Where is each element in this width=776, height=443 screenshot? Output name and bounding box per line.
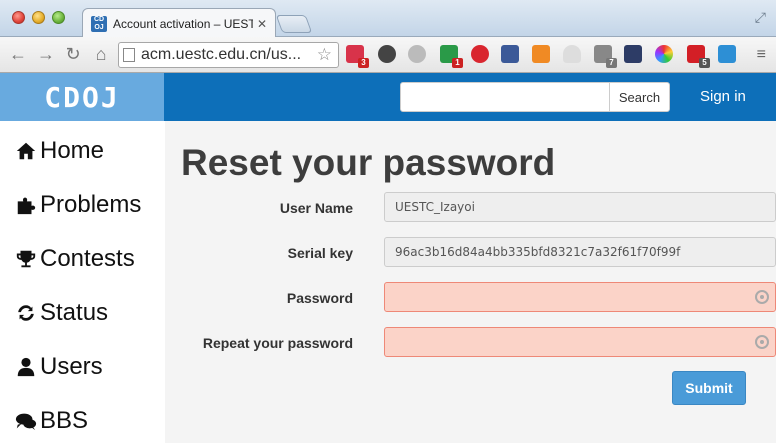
extension-icon-2[interactable] bbox=[378, 45, 396, 63]
speedometer-icon[interactable] bbox=[624, 45, 642, 63]
site-favicon-icon: CD OJ bbox=[91, 15, 107, 32]
extension-icon-9[interactable]: 7 bbox=[594, 45, 617, 68]
search-button[interactable]: Search bbox=[609, 82, 670, 112]
url-text[interactable]: acm.uestc.edu.cn/us... bbox=[141, 46, 317, 64]
repeat-password-label: Repeat your password bbox=[202, 335, 353, 351]
sidebar-item-users[interactable]: Users bbox=[14, 351, 103, 383]
sidebar-item-label: Status bbox=[40, 299, 109, 326]
forward-arrow-icon[interactable]: → bbox=[36, 44, 56, 65]
page-icon bbox=[123, 48, 135, 62]
sidebar-item-contests[interactable]: Contests bbox=[14, 243, 135, 275]
sidebar-item-bbs[interactable]: BBS bbox=[14, 405, 88, 437]
page-title: Reset your password bbox=[181, 142, 556, 183]
comments-icon bbox=[14, 409, 38, 433]
sign-in-link[interactable]: Sign in bbox=[700, 88, 746, 105]
sidebar: Home Problems Contests Status Users BBS bbox=[0, 121, 165, 443]
html5-extension-icon[interactable]: 1 bbox=[440, 45, 463, 68]
menu-icon[interactable]: ≡ bbox=[757, 46, 766, 64]
extension-badge: 5 bbox=[699, 58, 710, 68]
sidebar-item-status[interactable]: Status bbox=[14, 297, 108, 329]
browser-tab-strip: CD OJ Account activation – UESTC ✕ ⤢ bbox=[0, 0, 776, 38]
password-field[interactable] bbox=[384, 282, 776, 312]
bell-icon[interactable] bbox=[563, 45, 581, 63]
username-label: User Name bbox=[279, 200, 353, 216]
zoom-window-button[interactable] bbox=[52, 11, 65, 24]
submit-button[interactable]: Submit bbox=[672, 371, 746, 405]
extension-icon-13[interactable] bbox=[718, 45, 736, 63]
sidebar-item-label: Home bbox=[40, 137, 105, 164]
password-key-icon[interactable] bbox=[755, 290, 769, 304]
sidebar-item-label: BBS bbox=[40, 407, 89, 434]
sidebar-item-home[interactable]: Home bbox=[14, 135, 104, 167]
fullscreen-icon[interactable]: ⤢ bbox=[755, 9, 766, 26]
back-arrow-icon[interactable]: ← bbox=[8, 44, 28, 65]
extension-badge: 1 bbox=[452, 58, 463, 68]
extension-badge: 7 bbox=[606, 58, 617, 68]
tab-title: Account activation – UESTC bbox=[113, 16, 253, 31]
address-bar[interactable]: acm.uestc.edu.cn/us... ☆ bbox=[118, 42, 339, 68]
color-wheel-icon[interactable] bbox=[655, 45, 673, 63]
user-icon bbox=[14, 355, 38, 379]
home-button-icon[interactable]: ⌂ bbox=[91, 44, 111, 65]
sidebar-item-problems[interactable]: Problems bbox=[14, 189, 141, 221]
refresh-icon bbox=[14, 301, 38, 325]
extension-icon-3[interactable] bbox=[408, 45, 426, 63]
serial-key-field: 96ac3b16d84a4bb335bfd8321c7a32f61f70f99f bbox=[384, 237, 776, 267]
browser-toolbar: ← → ↻ ⌂ acm.uestc.edu.cn/us... ☆ 3 1 7 5… bbox=[0, 37, 776, 73]
serial-key-label: Serial key bbox=[287, 245, 353, 261]
tab-close-icon[interactable]: ✕ bbox=[257, 17, 267, 31]
sidebar-item-label: Problems bbox=[40, 191, 142, 218]
main-content: Reset your password User Name UESTC_Izay… bbox=[165, 121, 776, 443]
adblock-icon[interactable] bbox=[471, 45, 489, 63]
extension-icon-12[interactable]: 5 bbox=[687, 45, 710, 68]
trophy-icon bbox=[14, 247, 38, 271]
repeat-password-field[interactable] bbox=[384, 327, 776, 357]
puzzle-icon bbox=[14, 193, 38, 217]
bookmark-star-icon[interactable]: ☆ bbox=[317, 45, 332, 65]
password-label: Password bbox=[286, 290, 353, 306]
facebook-icon[interactable] bbox=[501, 45, 519, 63]
rss-icon[interactable] bbox=[532, 45, 550, 63]
username-field: UESTC_Izayoi bbox=[384, 192, 776, 222]
home-icon bbox=[14, 139, 38, 163]
site-navbar: CDOJ Search Sign in bbox=[0, 73, 776, 121]
browser-tab[interactable]: CD OJ Account activation – UESTC ✕ bbox=[82, 8, 276, 38]
reload-icon[interactable]: ↻ bbox=[63, 44, 83, 65]
sidebar-item-label: Users bbox=[40, 353, 103, 380]
site-logo[interactable]: CDOJ bbox=[0, 73, 164, 121]
extension-badge: 3 bbox=[358, 58, 369, 68]
password-key-icon[interactable] bbox=[755, 335, 769, 349]
sidebar-item-label: Contests bbox=[40, 245, 135, 272]
extension-icon-1[interactable]: 3 bbox=[346, 45, 369, 68]
search-input[interactable] bbox=[400, 82, 610, 112]
close-window-button[interactable] bbox=[12, 11, 25, 24]
minimize-window-button[interactable] bbox=[32, 11, 45, 24]
new-tab-button[interactable] bbox=[275, 15, 313, 33]
